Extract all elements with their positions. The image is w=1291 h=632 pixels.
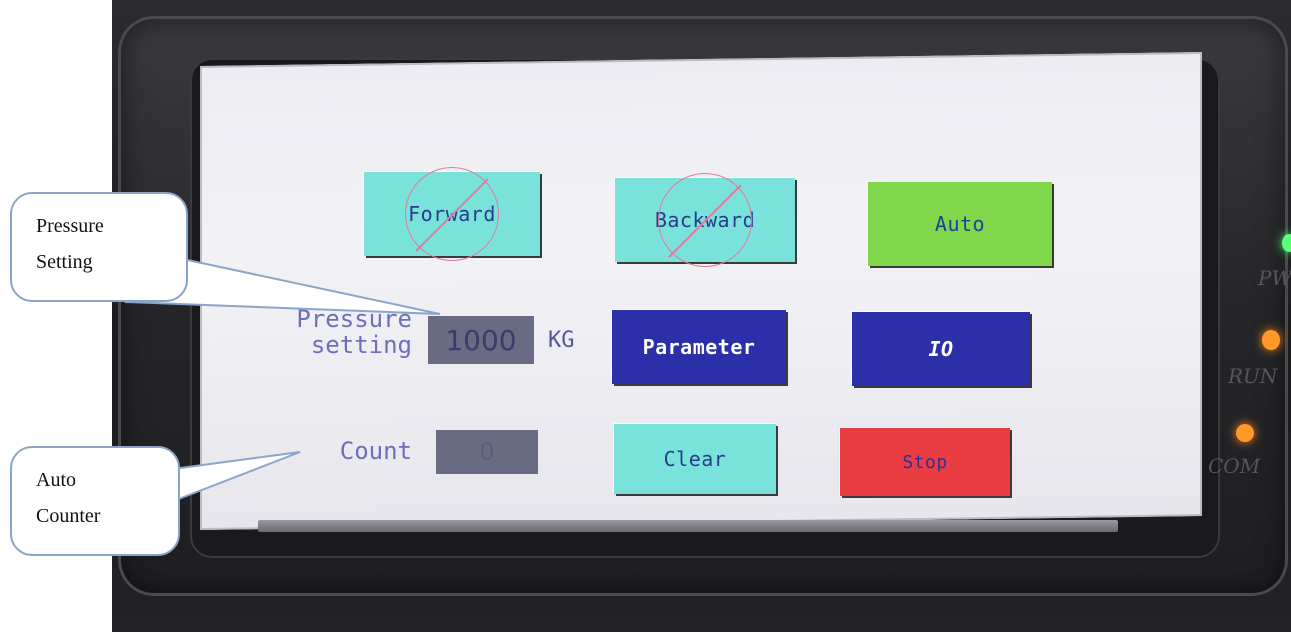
stop-button[interactable]: Stop: [840, 428, 1010, 496]
pressure-value: 1000: [445, 323, 517, 357]
clear-button[interactable]: Clear: [614, 424, 776, 494]
forward-button-label: Forward: [408, 202, 496, 226]
counter-callout-line2: Counter: [36, 505, 101, 527]
io-button[interactable]: IO: [852, 312, 1030, 386]
auto-button-label: Auto: [934, 212, 986, 236]
count-label: Count: [339, 437, 412, 465]
com-led: [1236, 424, 1254, 442]
auto-counter-callout: Auto Counter: [10, 446, 180, 556]
pressure-unit: KG: [548, 328, 575, 353]
count-value-field: 0: [436, 430, 538, 474]
backward-button[interactable]: Backward: [615, 173, 795, 267]
pressure-label-line1: Pressure: [296, 305, 412, 333]
pressure-label-line2: setting: [310, 331, 412, 359]
run-led-label: RUN: [1228, 364, 1278, 388]
counter-callout-line1: Auto: [36, 469, 76, 491]
pressure-setting-label: Pressure setting: [254, 306, 412, 358]
pressure-callout-line2: Setting: [36, 251, 93, 273]
count-value: 0: [479, 438, 495, 466]
pwr-led-label: PWR: [1258, 266, 1291, 290]
backward-button-label: Backward: [654, 208, 756, 232]
clear-button-label: Clear: [663, 447, 727, 471]
pwr-led: [1282, 234, 1291, 252]
parameter-button-label: Parameter: [642, 335, 756, 359]
auto-button[interactable]: Auto: [868, 182, 1052, 266]
stop-button-label: Stop: [902, 451, 948, 473]
io-button-label: IO: [928, 337, 954, 361]
pressure-callout-line1: Pressure: [36, 215, 104, 237]
parameter-button[interactable]: Parameter: [612, 310, 786, 384]
run-led: [1262, 330, 1280, 350]
forward-button[interactable]: Forward: [364, 167, 540, 261]
pressure-value-field[interactable]: 1000: [428, 316, 534, 364]
pressure-setting-callout: Pressure Setting: [10, 192, 188, 302]
screen-bottom-lip: [258, 520, 1118, 532]
com-led-label: COM: [1208, 454, 1261, 478]
